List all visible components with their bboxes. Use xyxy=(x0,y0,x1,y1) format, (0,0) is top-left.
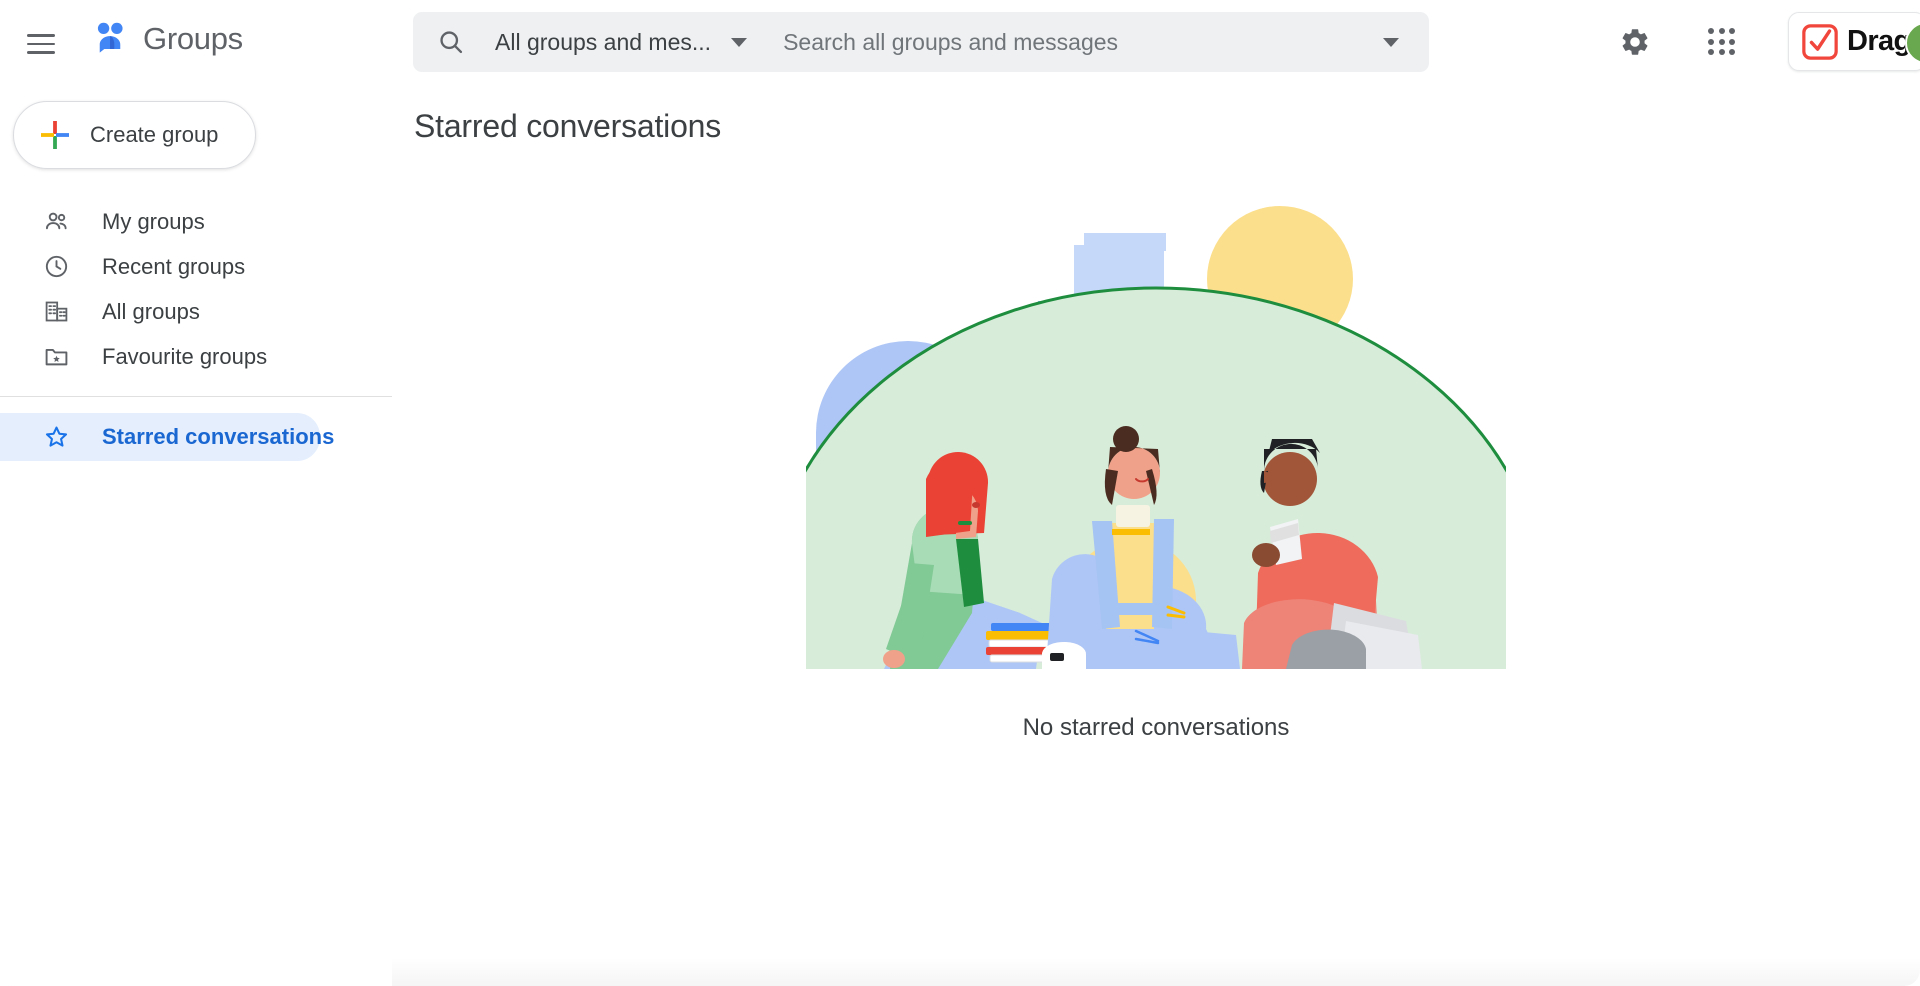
page-title: Starred conversations xyxy=(414,108,722,144)
sidebar-item-favourite-groups[interactable]: Favourite groups xyxy=(0,334,292,379)
main-content: Starred conversations No starred convers… xyxy=(392,88,1920,986)
empty-state-message: No starred conversations xyxy=(1022,714,1290,741)
apps-grid-icon xyxy=(1718,38,1725,45)
sidebar-item-my-groups[interactable]: My groups xyxy=(0,199,292,244)
settings-button[interactable] xyxy=(1613,20,1657,64)
chevron-down-icon xyxy=(731,37,748,47)
drag-extension-label: Drag xyxy=(1847,25,1911,57)
apps-grid-icon xyxy=(1729,49,1736,56)
apps-grid-icon xyxy=(1729,38,1736,45)
clock-icon xyxy=(43,253,70,280)
sidebar-item-label: Recent groups xyxy=(102,253,246,279)
sidebar-item-label: Starred conversations xyxy=(102,424,335,449)
sidebar-item-label: My groups xyxy=(102,208,205,234)
folder-star-icon xyxy=(43,343,70,370)
app-title: Groups xyxy=(143,20,243,56)
sidebar-item-all-groups[interactable]: All groups xyxy=(0,289,292,334)
plus-icon xyxy=(41,121,69,149)
empty-state: No starred conversations xyxy=(392,183,1920,742)
drag-extension-button[interactable]: Drag xyxy=(1788,12,1920,71)
search-bar[interactable]: All groups and mes... xyxy=(413,12,1429,72)
create-group-label: Create group xyxy=(90,122,219,147)
search-scope-value: All groups and mes... xyxy=(495,28,712,55)
apps-grid-icon xyxy=(1708,28,1714,34)
building-icon xyxy=(43,298,70,325)
people-sitting-on-hill-illustration xyxy=(806,206,1506,669)
sidebar-item-list: My groups Recent groups All groups Favou… xyxy=(0,199,392,461)
sidebar-item-label: Favourite groups xyxy=(102,343,268,369)
apps-grid-icon xyxy=(1729,28,1736,34)
sidebar-navigation: Create group My groups Recent groups All… xyxy=(0,88,392,986)
drag-checkbox-logo xyxy=(1802,23,1838,60)
search-input[interactable] xyxy=(783,28,1383,56)
star-outline-icon xyxy=(43,424,70,451)
apps-grid-icon xyxy=(1718,28,1725,34)
sidebar-item-recent-groups[interactable]: Recent groups xyxy=(0,244,292,289)
google-apps-button[interactable] xyxy=(1700,20,1744,64)
groups-app-window: Groups All groups and mes... Search all … xyxy=(0,0,1920,986)
search-options-chevron-down-icon[interactable] xyxy=(1383,37,1399,47)
apps-grid-icon xyxy=(1718,49,1725,56)
create-group-button[interactable]: Create group xyxy=(13,101,256,169)
hamburger-menu-icon[interactable] xyxy=(27,27,61,61)
top-app-bar: Groups All groups and mes... Search all … xyxy=(0,0,1920,88)
groups-people-icon xyxy=(97,22,123,53)
people-icon xyxy=(43,208,70,235)
apps-grid-icon xyxy=(1708,38,1714,45)
apps-grid-icon xyxy=(1708,49,1714,56)
gear-icon xyxy=(1622,29,1648,55)
hamburger-line xyxy=(27,51,55,54)
hamburger-line xyxy=(27,34,55,37)
hamburger-line xyxy=(27,42,55,46)
sidebar-item-label: All groups xyxy=(102,298,200,324)
search-scope-dropdown[interactable]: All groups and mes... xyxy=(495,28,748,56)
search-icon xyxy=(440,31,463,54)
sidebar-item-starred-conversations[interactable]: Starred conversations xyxy=(0,413,334,461)
groups-brand-home-link[interactable]: Groups xyxy=(88,16,243,60)
